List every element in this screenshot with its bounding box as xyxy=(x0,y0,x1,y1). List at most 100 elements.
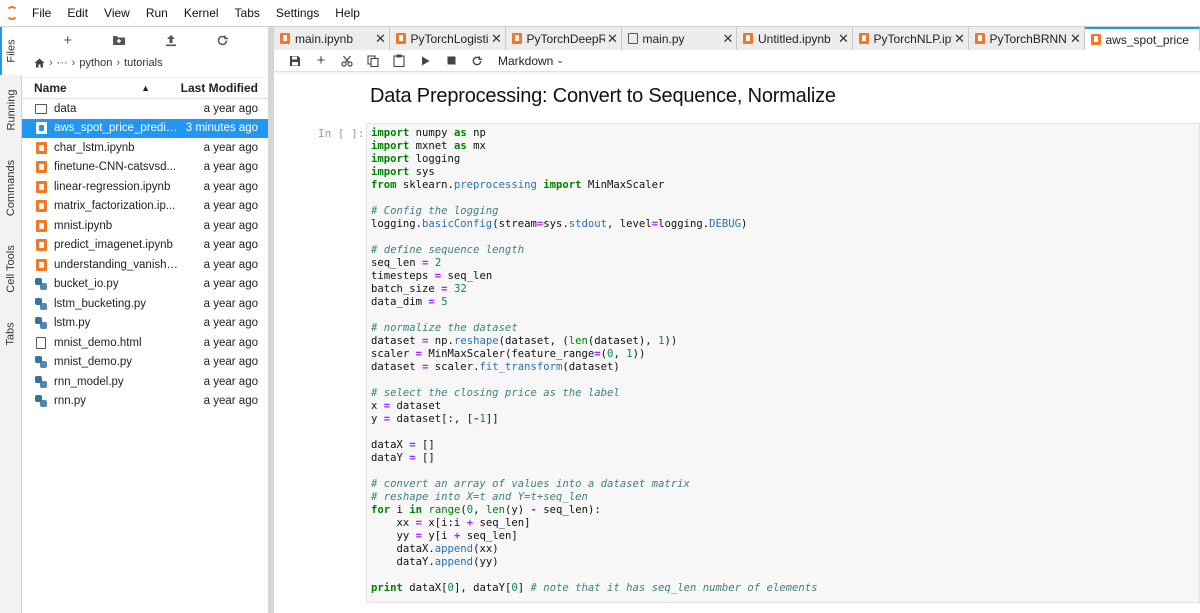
file-row[interactable]: rnn.py a year ago xyxy=(22,392,268,412)
menu-tabs[interactable]: Tabs xyxy=(227,0,268,27)
document-tab[interactable]: aws_spot_price xyxy=(1084,27,1200,51)
breadcrumb-item-tutorials[interactable]: tutorials xyxy=(124,57,163,69)
file-row[interactable]: char_lstm.ipynb a year ago xyxy=(22,138,268,158)
file-modified: a year ago xyxy=(203,180,258,193)
cell-prompt: In [ ]: xyxy=(318,127,365,140)
file-name: mnist.ipynb xyxy=(54,219,113,232)
file-row[interactable]: data a year ago xyxy=(22,99,268,119)
file-row[interactable]: bucket_io.py a year ago xyxy=(22,275,268,295)
interrupt-kernel-button[interactable] xyxy=(438,51,464,71)
sidebar-tab-files[interactable]: Files xyxy=(0,27,22,75)
file-row[interactable]: matrix_factorization.ip... a year ago xyxy=(22,197,268,217)
run-icon xyxy=(421,56,429,65)
home-icon[interactable] xyxy=(34,58,45,68)
tab-label: PyTorchBRNN.i xyxy=(989,31,1068,46)
document-tab[interactable]: Untitled.ipynb ✕ xyxy=(737,27,853,50)
file-name: understanding_vanish_... xyxy=(54,258,180,271)
python-file-icon xyxy=(35,297,47,310)
document-tab[interactable]: PyTorchBRNN.i ✕ xyxy=(968,27,1085,50)
file-modified: a year ago xyxy=(203,200,258,213)
copy-icon xyxy=(367,54,379,67)
file-row[interactable]: predict_imagenet.ipynb a year ago xyxy=(22,236,268,256)
refresh-button[interactable] xyxy=(210,30,234,50)
menu-edit[interactable]: Edit xyxy=(59,0,96,27)
file-name: linear-regression.ipynb xyxy=(54,180,171,193)
document-tab[interactable]: PyTorchDeepRe✕ xyxy=(505,27,622,50)
close-icon[interactable]: ✕ xyxy=(373,31,389,47)
folder-icon xyxy=(35,103,47,115)
copy-button[interactable] xyxy=(360,51,386,71)
restart-kernel-button[interactable] xyxy=(464,51,490,71)
file-row[interactable]: aws_spot_price_predic... 3 minutes ago xyxy=(22,118,268,138)
sidebar-tab-tabs[interactable]: Tabs xyxy=(0,316,22,352)
close-icon[interactable]: ✕ xyxy=(1068,31,1084,47)
file-row[interactable]: lstm_bucketing.py a year ago xyxy=(22,294,268,314)
close-icon[interactable]: ✕ xyxy=(836,31,852,47)
menu-bar: File Edit View Run Kernel Tabs Settings Help xyxy=(0,0,1200,27)
file-row[interactable]: mnist_demo.html a year ago xyxy=(22,333,268,353)
file-row[interactable]: understanding_vanish_... a year ago xyxy=(22,255,268,275)
cut-button[interactable] xyxy=(334,51,360,71)
file-row[interactable]: mnist_demo.py a year ago xyxy=(22,353,268,373)
file-name: lstm_bucketing.py xyxy=(54,297,147,310)
save-button[interactable] xyxy=(282,51,308,71)
notebook-icon xyxy=(858,33,869,44)
file-modified: a year ago xyxy=(203,239,258,252)
sidebar-tab-commands[interactable]: Commands xyxy=(0,157,22,219)
menu-file[interactable]: File xyxy=(24,0,59,27)
breadcrumb-separator: › xyxy=(71,57,76,69)
column-header-name[interactable]: Name ▲ xyxy=(22,81,162,95)
document-tab[interactable]: PyTorchLogistic ✕ xyxy=(389,27,506,50)
close-icon[interactable]: ✕ xyxy=(489,31,505,47)
markdown-heading: Data Preprocessing: Convert to Sequence,… xyxy=(370,85,836,107)
sidebar-tab-cell-tools[interactable]: Cell Tools xyxy=(0,240,22,298)
close-icon[interactable]: ✕ xyxy=(952,31,968,47)
code-cell-editor[interactable]: import numpy as np import mxnet as mx im… xyxy=(366,123,1200,603)
notebook-icon xyxy=(35,219,47,232)
breadcrumb-item-python[interactable]: python xyxy=(79,57,112,69)
menu-run[interactable]: Run xyxy=(138,0,176,27)
sidebar-tab-running[interactable]: Running xyxy=(0,85,22,135)
breadcrumb: › ··· › python › tutorials xyxy=(22,53,268,73)
file-name: char_lstm.ipynb xyxy=(54,141,135,154)
close-icon[interactable]: ✕ xyxy=(720,31,736,47)
file-row[interactable]: rnn_model.py a year ago xyxy=(22,372,268,392)
menu-help[interactable]: Help xyxy=(327,0,368,27)
file-row[interactable]: finetune-CNN-catsvsd... a year ago xyxy=(22,158,268,178)
column-header-last-modified[interactable]: Last Modified xyxy=(162,81,268,95)
document-tab[interactable]: main.ipynb ✕ xyxy=(274,27,390,50)
file-row[interactable]: mnist.ipynb a year ago xyxy=(22,216,268,236)
file-name: bucket_io.py xyxy=(54,278,119,291)
notebook-icon xyxy=(35,161,47,174)
new-folder-button[interactable] xyxy=(107,30,131,50)
tab-label: main.py xyxy=(642,31,685,46)
menu-view[interactable]: View xyxy=(96,0,138,27)
notebook-icon xyxy=(35,258,47,271)
document-tab[interactable]: PyTorchNLP.ipy ✕ xyxy=(852,27,969,50)
close-icon[interactable]: ✕ xyxy=(605,31,621,47)
upload-button[interactable] xyxy=(159,30,183,50)
menu-settings[interactable]: Settings xyxy=(268,0,327,27)
file-row[interactable]: linear-regression.ipynb a year ago xyxy=(22,177,268,197)
paste-button[interactable] xyxy=(386,51,412,71)
chevron-down-icon: ⌄ xyxy=(556,55,564,65)
file-browser: + › ··· › python › tutorials Name ▲ Last… xyxy=(22,27,268,613)
file-modified: a year ago xyxy=(203,278,258,291)
file-name: lstm.py xyxy=(54,317,91,330)
cell-type-dropdown[interactable]: Markdown ⌄ xyxy=(498,54,564,68)
insert-cell-button[interactable]: + xyxy=(308,51,334,71)
stop-icon xyxy=(447,56,455,65)
new-launcher-button[interactable]: + xyxy=(56,30,80,50)
paste-icon xyxy=(393,54,405,67)
run-cell-button[interactable] xyxy=(412,51,438,71)
file-modified: a year ago xyxy=(203,356,258,369)
breadcrumb-ellipsis[interactable]: ··· xyxy=(57,57,68,69)
file-row[interactable]: lstm.py a year ago xyxy=(22,314,268,334)
new-folder-icon xyxy=(113,36,126,45)
restart-icon xyxy=(472,55,483,65)
file-icon xyxy=(627,33,638,44)
tab-label: PyTorchLogistic xyxy=(410,31,489,46)
document-tab[interactable]: main.py ✕ xyxy=(621,27,737,50)
file-modified: a year ago xyxy=(203,395,258,408)
menu-kernel[interactable]: Kernel xyxy=(176,0,227,27)
